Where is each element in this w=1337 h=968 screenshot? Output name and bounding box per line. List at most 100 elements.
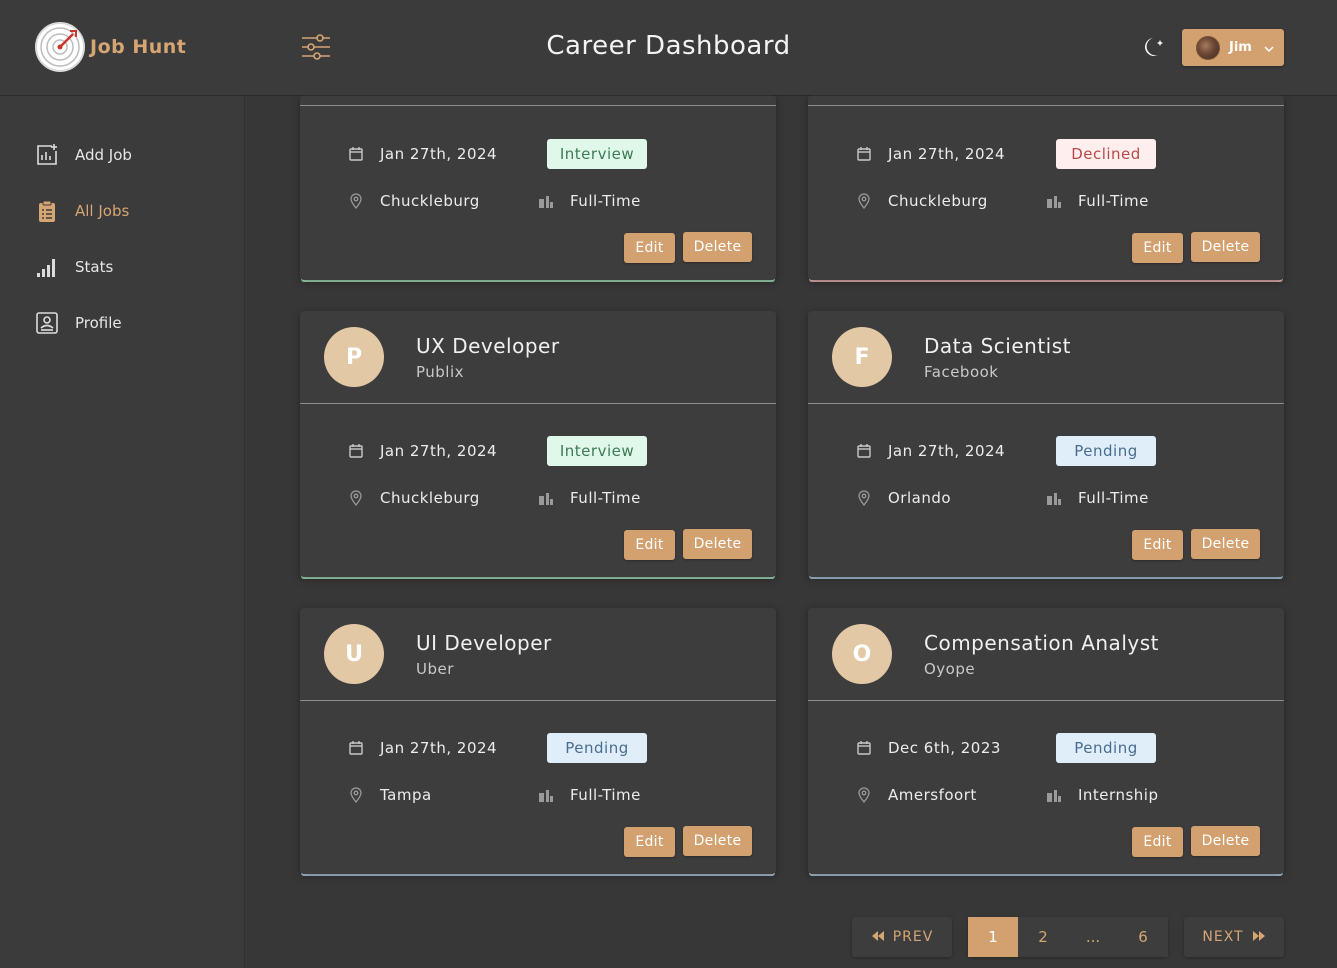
job-card: Jan 27th, 2024 Declined Chuckleburg Full… <box>808 95 1284 280</box>
briefcase-icon <box>539 790 553 802</box>
user-menu-button[interactable]: Jim <box>1182 29 1284 66</box>
job-type: Full-Time <box>1078 192 1149 210</box>
job-date: Jan 27th, 2024 <box>888 145 1006 163</box>
calendar-icon <box>857 741 871 755</box>
page-button-2[interactable]: 2 <box>1018 917 1068 957</box>
status-badge: Interview <box>547 139 647 169</box>
status-badge: Pending <box>547 733 647 763</box>
location-pin-icon <box>858 193 870 209</box>
job-date: Jan 27th, 2024 <box>380 145 498 163</box>
job-location: Tampa <box>380 786 432 804</box>
signal-bars-icon <box>35 255 59 279</box>
job-company: Oyope <box>924 660 976 678</box>
job-card-header: F Data Scientist Facebook <box>808 311 1284 404</box>
delete-button[interactable]: Delete <box>1191 826 1260 856</box>
briefcase-icon <box>1047 790 1061 802</box>
edit-button[interactable]: Edit <box>624 827 675 857</box>
edit-button[interactable]: Edit <box>624 530 675 560</box>
job-date: Jan 27th, 2024 <box>380 442 498 460</box>
job-card: P UX Developer Publix Jan 27th, 2024 Int… <box>300 311 776 577</box>
briefcase-icon <box>539 493 553 505</box>
job-position: Data Scientist <box>924 334 1071 358</box>
calendar-icon <box>857 444 871 458</box>
prev-page-button[interactable]: PREV <box>852 917 952 957</box>
status-badge: Interview <box>547 436 647 466</box>
double-chevron-left-icon <box>871 929 885 945</box>
double-chevron-right-icon <box>1252 929 1266 945</box>
delete-button[interactable]: Delete <box>683 529 752 559</box>
job-card-header: U UI Developer Uber <box>300 608 776 701</box>
job-location: Amersfoort <box>888 786 977 804</box>
job-location: Chuckleburg <box>380 489 480 507</box>
job-location: Chuckleburg <box>888 192 988 210</box>
delete-button[interactable]: Delete <box>1191 232 1260 262</box>
job-card-header: P UX Developer Publix <box>300 311 776 404</box>
job-card: F Data Scientist Facebook Jan 27th, 2024… <box>808 311 1284 577</box>
location-pin-icon <box>350 490 362 506</box>
company-initial: F <box>832 327 892 387</box>
dark-mode-moon-icon[interactable] <box>1141 34 1167 60</box>
job-card-header: O Compensation Analyst Oyope <box>808 608 1284 701</box>
job-position: UX Developer <box>416 334 560 358</box>
profile-card-icon <box>35 311 59 335</box>
status-badge: Pending <box>1056 733 1156 763</box>
clipboard-icon <box>35 199 59 223</box>
page-button-1[interactable]: 1 <box>968 917 1018 957</box>
job-company: Facebook <box>924 363 999 381</box>
sidebar-item-add-job[interactable]: Add Job <box>35 140 132 170</box>
chevron-down-icon <box>1264 38 1274 57</box>
status-badge: Pending <box>1056 436 1156 466</box>
edit-button[interactable]: Edit <box>1132 233 1183 263</box>
job-company: Publix <box>416 363 465 381</box>
location-pin-icon <box>858 490 870 506</box>
job-company: Uber <box>416 660 454 678</box>
job-card: O Compensation Analyst Oyope Dec 6th, 20… <box>808 608 1284 874</box>
job-date: Jan 27th, 2024 <box>888 442 1006 460</box>
job-type: Internship <box>1078 786 1159 804</box>
page-button-6[interactable]: 6 <box>1118 917 1168 957</box>
calendar-icon <box>857 147 871 161</box>
briefcase-icon <box>1047 493 1061 505</box>
briefcase-icon <box>1047 196 1061 208</box>
navbar: Job Hunt Career Dashboard Jim <box>0 0 1337 95</box>
sidebar-item-all-jobs[interactable]: All Jobs <box>35 196 129 226</box>
job-location: Chuckleburg <box>380 192 480 210</box>
company-initial: O <box>832 624 892 684</box>
job-type: Full-Time <box>570 786 641 804</box>
delete-button[interactable]: Delete <box>1191 529 1260 559</box>
job-type: Full-Time <box>1078 489 1149 507</box>
user-name: Jim <box>1229 40 1252 55</box>
job-position: Compensation Analyst <box>924 631 1159 655</box>
add-chart-icon <box>35 143 59 167</box>
sidebar-item-label: All Jobs <box>75 202 130 220</box>
prev-label: PREV <box>892 929 934 945</box>
next-label: NEXT <box>1202 929 1244 945</box>
delete-button[interactable]: Delete <box>683 826 752 856</box>
sidebar: Add Job All Jobs Stats Profile <box>0 95 245 968</box>
next-page-button[interactable]: NEXT <box>1184 917 1284 957</box>
job-type: Full-Time <box>570 489 641 507</box>
sidebar-item-profile[interactable]: Profile <box>35 308 122 338</box>
job-date: Dec 6th, 2023 <box>888 739 1001 757</box>
location-pin-icon <box>858 787 870 803</box>
location-pin-icon <box>350 787 362 803</box>
job-position: UI Developer <box>416 631 552 655</box>
job-card: U UI Developer Uber Jan 27th, 2024 Pendi… <box>300 608 776 874</box>
briefcase-icon <box>539 196 553 208</box>
edit-button[interactable]: Edit <box>1132 530 1183 560</box>
job-type: Full-Time <box>570 192 641 210</box>
calendar-icon <box>349 444 363 458</box>
job-date: Jan 27th, 2024 <box>380 739 498 757</box>
edit-button[interactable]: Edit <box>1132 827 1183 857</box>
calendar-icon <box>349 147 363 161</box>
sidebar-item-label: Add Job <box>75 146 132 164</box>
location-pin-icon <box>350 193 362 209</box>
sidebar-item-stats[interactable]: Stats <box>35 252 113 282</box>
job-location: Orlando <box>888 489 952 507</box>
delete-button[interactable]: Delete <box>683 232 752 262</box>
edit-button[interactable]: Edit <box>624 233 675 263</box>
page-title: Career Dashboard <box>546 31 791 61</box>
page-ellipsis: ... <box>1068 917 1118 957</box>
company-initial: P <box>324 327 384 387</box>
sidebar-item-label: Stats <box>75 258 114 276</box>
